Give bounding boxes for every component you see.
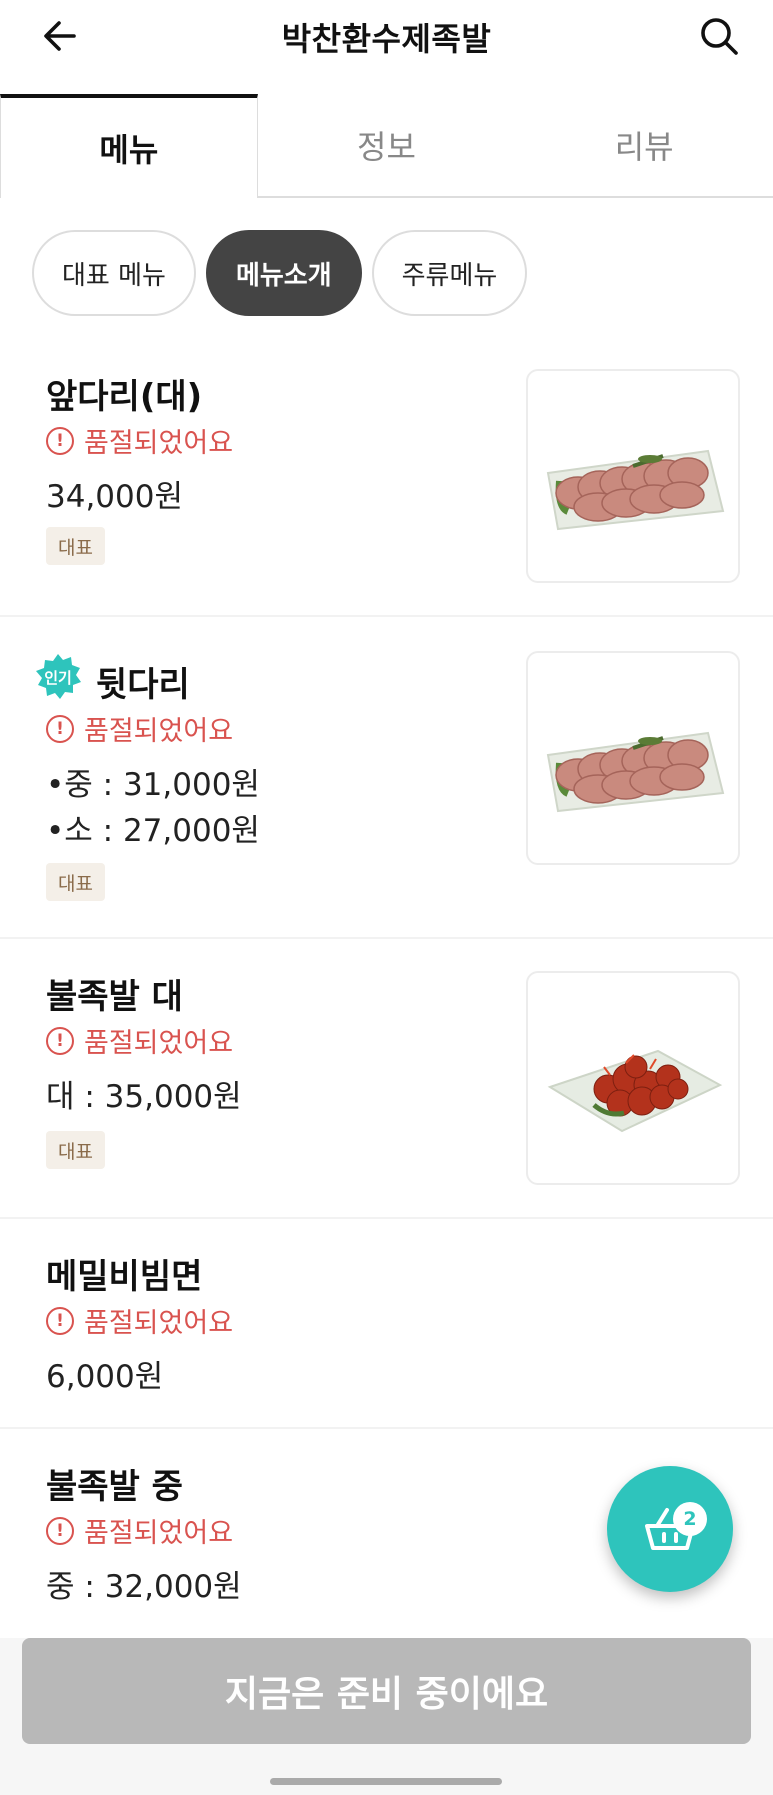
tab-review[interactable]: 리뷰 [515,94,773,198]
alert-icon: ! [46,1306,74,1335]
soldout-text: 품절되었어요 [84,1518,234,1549]
menu-item-price: 6,000원 [46,1359,164,1395]
search-button[interactable] [695,12,743,60]
menu-item-name: 불족발 대 [46,977,183,1017]
store-title: 박찬환수제족발 [281,20,492,58]
soldout-status: ! 품절되었어요 [46,421,233,460]
alert-icon: ! [46,1026,74,1055]
soldout-status: ! 품절되었어요 [46,1021,233,1060]
popular-badge: 인기 [34,653,82,701]
store-tabs: 메뉴 정보 리뷰 [0,94,773,198]
menu-item-name: 뒷다리 [96,665,190,705]
soldout-status: ! 품절되었어요 [46,709,233,748]
menu-item[interactable]: 인기 뒷다리 ! 품절되었어요 •중 : 31,000원 •소 : 27,000… [0,617,773,939]
menu-item-image[interactable] [526,369,740,583]
menu-item-price: 대 : 35,000원 [46,1079,242,1115]
chip-menu-intro[interactable]: 메뉴소개 [205,230,362,316]
cart-button[interactable]: 2 [607,1466,733,1592]
spicy-pork-feet-plate-icon [547,1049,723,1133]
menu-item-name: 메밀비빔면 [46,1257,203,1297]
chip-drinks-menu[interactable]: 주류메뉴 [371,230,528,316]
alert-icon: ! [46,426,74,455]
menu-item-name: 불족발 중 [46,1467,183,1507]
chip-signature-menu[interactable]: 대표 메뉴 [32,230,196,316]
menu-item[interactable]: 불족발 대 ! 품절되었어요 대 : 35,000원 대표 [0,939,773,1219]
menu-item-name: 앞다리(대) [46,377,203,417]
soldout-text: 품절되었어요 [84,1028,234,1059]
soldout-text: 품절되었어요 [84,428,234,459]
search-icon [701,18,738,55]
menu-list: 앞다리(대) ! 품절되었어요 34,000원 대표 인기 뒷다리 ! 품절되었… [0,335,773,1639]
signature-badge: 대표 [46,527,105,565]
tab-info[interactable]: 정보 [257,94,516,198]
menu-item-image[interactable] [526,651,740,865]
soldout-status: ! 품절되었어요 [46,1301,233,1340]
soldout-status: ! 품절되었어요 [46,1511,233,1550]
menu-item-price: •소 : 27,000원 [46,813,260,849]
tab-menu[interactable]: 메뉴 [0,94,258,198]
menu-item-image[interactable] [526,971,740,1185]
menu-item-price: •중 : 31,000원 [46,767,260,803]
alert-icon: ! [46,1516,74,1545]
menu-item-price: 중 : 32,000원 [46,1569,242,1605]
alert-icon: ! [46,714,74,743]
app-header: 박찬환수제족발 [0,0,773,70]
order-button[interactable]: 지금은 준비 중이에요 [22,1638,751,1744]
menu-item[interactable]: 메밀비빔면 ! 품절되었어요 6,000원 [0,1219,773,1429]
signature-badge: 대표 [46,863,105,901]
sliced-pork-hock-plate-icon [546,731,725,813]
menu-item-price: 34,000원 [46,479,183,515]
soldout-text: 품절되었어요 [84,716,234,747]
cart-count-badge: 2 [673,1502,707,1536]
sliced-pork-hock-plate-icon [546,449,725,531]
category-chips: 대표 메뉴 메뉴소개 주류메뉴 [32,230,528,316]
menu-item[interactable]: 앞다리(대) ! 품절되었어요 34,000원 대표 [0,335,773,617]
soldout-text: 품절되었어요 [84,1308,234,1339]
home-indicator [270,1778,502,1785]
signature-badge: 대표 [46,1131,105,1169]
bottom-order-bar: 지금은 준비 중이에요 [0,1638,773,1795]
